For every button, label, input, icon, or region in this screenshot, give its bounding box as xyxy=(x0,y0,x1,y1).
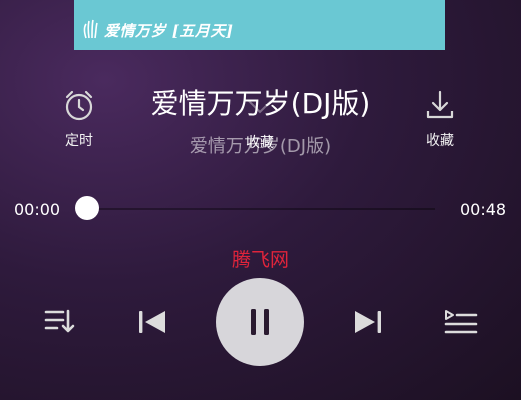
queue-list-icon xyxy=(444,310,478,334)
next-button[interactable] xyxy=(350,306,386,338)
handprint-logo-icon xyxy=(83,19,98,39)
progress-track[interactable] xyxy=(87,208,435,210)
chevron-down-icon[interactable] xyxy=(247,98,273,116)
favorite-overlay-label[interactable]: 收藏 xyxy=(230,132,290,152)
previous-button[interactable] xyxy=(134,306,170,338)
skip-previous-icon xyxy=(139,311,165,333)
album-art-strip: 爱情万岁 [五月天] xyxy=(74,0,445,50)
album-title-text: 爱情万岁 [五月天] xyxy=(104,22,234,40)
pause-icon xyxy=(251,309,269,335)
skip-next-icon xyxy=(355,311,381,333)
current-time: 00:00 xyxy=(14,200,61,219)
watermark-text: 腾飞网 xyxy=(231,249,289,271)
playlist-button[interactable] xyxy=(42,306,78,338)
playlist-icon xyxy=(44,309,75,333)
play-pause-button[interactable] xyxy=(216,278,304,366)
queue-button[interactable] xyxy=(442,306,480,338)
total-time: 00:48 xyxy=(460,200,507,219)
progress-knob[interactable] xyxy=(75,196,99,220)
